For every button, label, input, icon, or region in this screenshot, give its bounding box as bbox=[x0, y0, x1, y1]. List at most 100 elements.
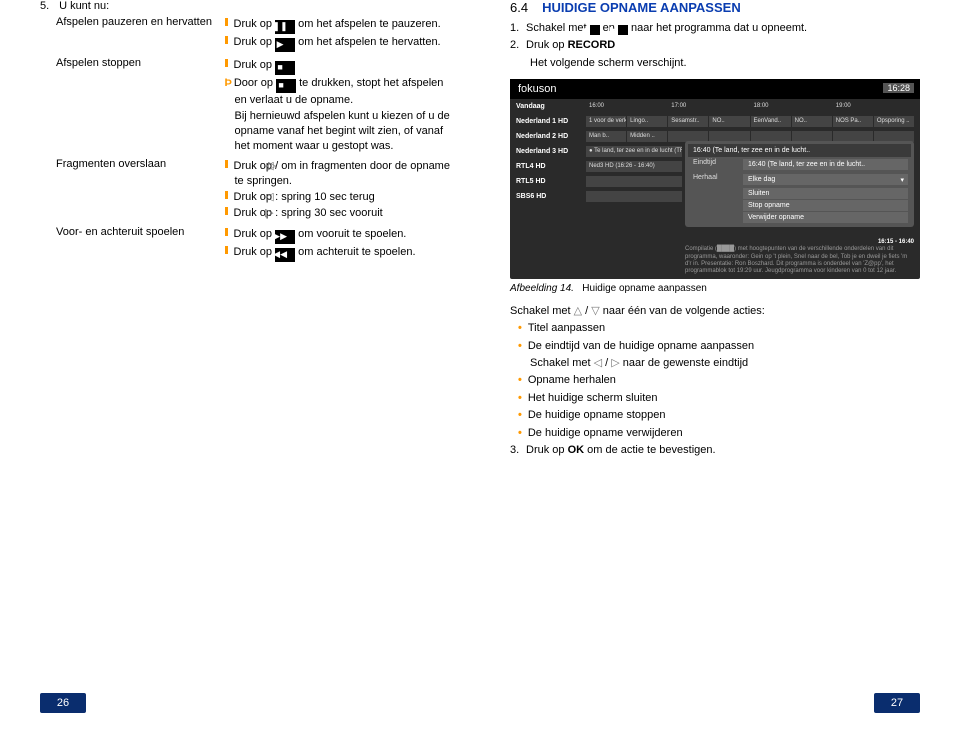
row-label: Fragmenten overslaan bbox=[40, 156, 225, 223]
bullet: •Het huidige scherm sluiten bbox=[510, 391, 920, 406]
section-title: HUIDIGE OPNAME AANPASSEN bbox=[542, 0, 741, 15]
page-left: 5. U kunt nu: Afspelen pauzeren en herva… bbox=[0, 0, 480, 731]
bullet: •De huidige opname stoppen bbox=[510, 408, 920, 423]
thorn-icon: Þ bbox=[225, 77, 232, 89]
page-number: 27 bbox=[874, 693, 920, 713]
bullet-icon bbox=[225, 228, 228, 236]
shot-header-row: Vandaag 16:00 17:00 18:00 19:00 bbox=[510, 99, 920, 114]
row-content: Druk op ■ ÞDoor op ■ te drukken, stopt h… bbox=[225, 55, 451, 156]
shot-prog-cell: Ned3 HD (16:26 - 16:40) bbox=[586, 161, 682, 172]
shot-prog-cell: 1 voor de verkiezinge.. bbox=[586, 116, 626, 127]
left-tri-icon: ◁ bbox=[594, 356, 602, 371]
step-2-line2: Het volgende scherm verschijnt. bbox=[510, 56, 920, 71]
shot-prog-cell: Sesamstr.. bbox=[668, 116, 708, 127]
shot-channel-name: Nederland 2 HD bbox=[516, 131, 586, 142]
bullet-icon bbox=[225, 207, 228, 215]
section-heading: 6.4 HUIDIGE OPNAME AANPASSEN bbox=[510, 0, 920, 15]
play-icon: ▶ bbox=[275, 38, 295, 52]
bullet-icon: • bbox=[518, 340, 522, 352]
rewind-icon: ◀◀ bbox=[275, 248, 295, 262]
row-content: Druk op ▶▶ om vooruit te spoelen. Druk o… bbox=[225, 224, 451, 265]
bullet-icon bbox=[225, 59, 228, 67]
step-5-text: U kunt nu: bbox=[59, 0, 109, 12]
nav-next-icon: ▶ bbox=[618, 25, 628, 35]
shot-prog-cell: Man b.. bbox=[586, 131, 626, 142]
shot-prog-cell: NO.. bbox=[709, 116, 749, 127]
right-tri-icon: ▷ bbox=[611, 356, 619, 371]
table-row: Afspelen stoppen Druk op ■ ÞDoor op ■ te… bbox=[40, 55, 450, 156]
shot-channel-name: SBS6 HD bbox=[516, 191, 586, 202]
shot-prog-cell bbox=[586, 191, 682, 202]
shot-prog-cell: Opsporing .. bbox=[874, 116, 914, 127]
bullet: •Opname herhalen bbox=[510, 373, 920, 388]
step-1: 1.Schakel met ◀ en ▶ naar het programma … bbox=[510, 21, 920, 36]
shot-channel-name: Nederland 3 HD bbox=[516, 146, 586, 157]
row-label: Voor- en achteruit spoelen bbox=[40, 224, 225, 265]
list-item: ÞDoor op ■ te drukken, stopt het afspele… bbox=[225, 76, 451, 108]
list-item: Druk op ◁: spring 10 sec terug bbox=[225, 190, 451, 205]
shot-channel-name: RTL5 HD bbox=[516, 176, 586, 187]
shot-prog-cell: NOS Pa.. bbox=[833, 116, 873, 127]
bullet: •De eindtijd van de huidige opname aanpa… bbox=[510, 339, 920, 354]
row-content: Druk op ❚❚ om het afspelen te pauzeren. … bbox=[225, 14, 451, 55]
list-item: Druk op ▶ om het afspelen te hervatten. bbox=[225, 35, 451, 52]
row-label: Afspelen stoppen bbox=[40, 55, 225, 156]
up-tri-icon: △ bbox=[574, 304, 582, 317]
list-item: Druk op ❚❚ om het afspelen te pauzeren. bbox=[225, 17, 451, 34]
step-5-num: 5. bbox=[40, 0, 56, 12]
shot-channel-row: Nederland 1 HD1 voor de verkiezinge..Lin… bbox=[510, 114, 920, 129]
shot-prog-cell: EenVand.. bbox=[751, 116, 791, 127]
schakel-line: Schakel met △ / ▽ naar één van de volgen… bbox=[510, 304, 920, 317]
bullet: •Titel aanpassen bbox=[510, 321, 920, 336]
down-tri-icon: ▽ bbox=[591, 304, 599, 317]
list-item: Druk op ◀◀ om achteruit te spoelen. bbox=[225, 245, 451, 262]
bullet-icon bbox=[225, 36, 228, 44]
stop-icon: ■ bbox=[275, 61, 295, 75]
section-number: 6.4 bbox=[510, 0, 528, 15]
page-right: 6.4 HUIDIGE OPNAME AANPASSEN 1.Schakel me… bbox=[480, 0, 960, 731]
list-item: Druk op ▷: spring 30 sec vooruit bbox=[225, 206, 451, 221]
actions-table: Afspelen pauzeren en hervatten Druk op ❚… bbox=[40, 14, 450, 265]
shot-prog-cell: ● Te land, ter zee en in de lucht (TROS) bbox=[586, 146, 682, 157]
bullet-icon bbox=[225, 18, 228, 26]
tv-screenshot: fokuson 16:28 Vandaag 16:00 17:00 18:00 … bbox=[510, 79, 920, 279]
bullet-icon bbox=[225, 246, 228, 254]
list-item: Druk op ■ bbox=[225, 58, 451, 75]
row-content: Druk op ◁/▷ om in fragmenten door de opn… bbox=[225, 156, 451, 223]
table-row: Afspelen pauzeren en hervatten Druk op ❚… bbox=[40, 14, 450, 55]
list-item: Druk op ▶▶ om vooruit te spoelen. bbox=[225, 227, 451, 244]
shot-prog-cell: Lingo.. bbox=[627, 116, 667, 127]
stop-icon: ■ bbox=[276, 79, 296, 93]
page-number: 26 bbox=[40, 693, 86, 713]
step-3: 3.Druk op OK om de actie te bevestigen. bbox=[510, 443, 920, 458]
table-row: Fragmenten overslaan Druk op ◁/▷ om in f… bbox=[40, 156, 450, 223]
shot-channel-name: RTL4 HD bbox=[516, 161, 586, 172]
shot-info: 16:15 - 16:40 Compilatie (████) met hoog… bbox=[685, 239, 914, 275]
bullet-sub: Schakel met ◁ / ▷ naar de gewenste eindt… bbox=[510, 356, 920, 371]
step-5: 5. U kunt nu: bbox=[40, 0, 450, 12]
bullet-icon: • bbox=[518, 322, 522, 334]
bullet-icon bbox=[225, 160, 228, 168]
shot-modal: 16:40 (Te land, ter zee en in de lucht..… bbox=[685, 141, 914, 227]
bullet-icon bbox=[225, 191, 228, 199]
list-item: Bij hernieuwd afspelen kunt u kiezen of … bbox=[225, 109, 451, 154]
shot-prog-cell bbox=[586, 176, 682, 187]
shot-prog-cell: Midden .. bbox=[627, 131, 667, 142]
table-row: Voor- en achteruit spoelen Druk op ▶▶ om… bbox=[40, 224, 450, 265]
row-label: Afspelen pauzeren en hervatten bbox=[40, 14, 225, 55]
shot-channel-name: Nederland 1 HD bbox=[516, 116, 586, 127]
shot-brand: fokuson 16:28 bbox=[510, 79, 920, 99]
bullet-icon: • bbox=[518, 427, 522, 439]
step-2: 2.Druk op RECORD bbox=[510, 38, 920, 53]
shot-clock: 16:28 bbox=[883, 83, 914, 93]
bullet-icon: • bbox=[518, 409, 522, 421]
bullet-icon: • bbox=[518, 392, 522, 404]
bullet-icon: • bbox=[518, 374, 522, 386]
fast-forward-icon: ▶▶ bbox=[275, 230, 295, 244]
bullet: •De huidige opname verwijderen bbox=[510, 426, 920, 441]
pause-icon: ❚❚ bbox=[275, 20, 295, 34]
list-item: Druk op ◁/▷ om in fragmenten door de opn… bbox=[225, 159, 451, 189]
shot-prog-cell: NO.. bbox=[792, 116, 832, 127]
chevron-down-icon: ▾ bbox=[900, 176, 904, 184]
nav-prev-icon: ◀ bbox=[590, 25, 600, 35]
